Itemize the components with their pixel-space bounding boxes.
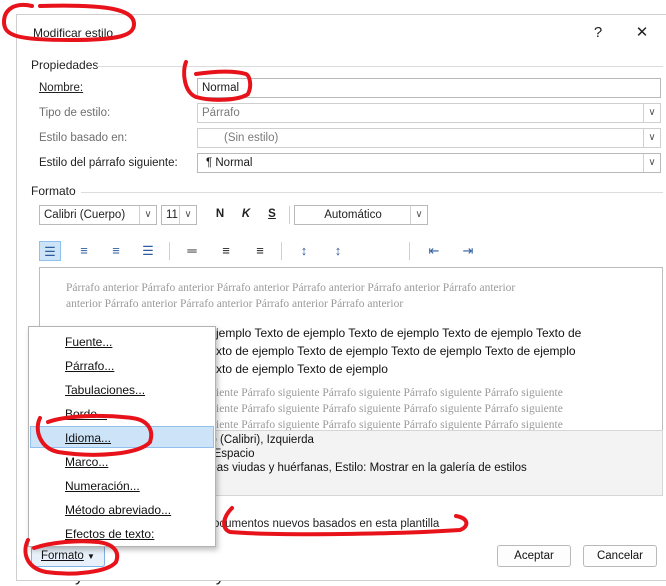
bold-button[interactable]: N: [211, 205, 229, 225]
menu-item-label: Párrafo...: [65, 359, 115, 373]
style-type-select[interactable]: Párrafo ∨: [197, 103, 661, 123]
preview-previous-line: Párrafo anterior Párrafo anterior Párraf…: [66, 282, 516, 294]
menu-item-shortcut[interactable]: Método abreviado...: [30, 499, 214, 521]
next-style-select[interactable]: ¶ Normal ∨: [197, 153, 661, 173]
chevron-down-icon: ∨: [139, 206, 156, 224]
increase-indent-icon[interactable]: ⇥: [457, 241, 479, 261]
align-right-icon[interactable]: ≡: [105, 241, 127, 261]
help-button[interactable]: ?: [585, 21, 611, 45]
chevron-down-icon: ∨: [643, 129, 660, 147]
menu-item-frame[interactable]: Marco...: [30, 451, 214, 473]
next-style-value: ¶ Normal: [206, 157, 253, 169]
space-before-icon[interactable]: ↕: [293, 241, 315, 261]
section-divider: [97, 66, 663, 67]
cancel-button[interactable]: Cancelar: [583, 545, 657, 567]
description-line: neas viudas y huérfanas, Estilo: Mostrar…: [204, 462, 527, 474]
chevron-down-icon: ∨: [643, 104, 660, 122]
align-left-icon[interactable]: ☰: [39, 241, 61, 261]
menu-item-text-effects[interactable]: Efectos de texto:: [30, 523, 214, 545]
based-on-label: Estilo basado en:: [39, 132, 128, 144]
based-on-select[interactable]: (Sin estilo) ∨: [197, 128, 661, 148]
menu-item-numbering[interactable]: Numeración...: [30, 475, 214, 497]
toolbar-separator: [169, 242, 170, 260]
preview-previous-line: anterior Párrafo anterior Párrafo anteri…: [66, 298, 404, 310]
menu-item-language[interactable]: Idioma...: [30, 426, 214, 448]
space-after-icon[interactable]: ↕: [327, 241, 349, 261]
chevron-down-icon: ∨: [410, 206, 427, 224]
double-spacing-icon[interactable]: ≡: [249, 241, 271, 261]
menu-item-border[interactable]: Borde...: [30, 403, 214, 425]
menu-item-label: Fuente...: [65, 335, 113, 349]
format-section-label: Formato: [31, 184, 76, 198]
accept-button[interactable]: Aceptar: [497, 545, 571, 567]
align-center-icon[interactable]: ≡: [73, 241, 95, 261]
toolbar-separator: [289, 206, 290, 224]
format-dropdown-menu: Fuente... Párrafo... Tabulaciones... Bor…: [28, 326, 216, 547]
preview-next-line: iente Párrafo siguiente Párrafo siguient…: [216, 387, 563, 399]
font-select[interactable]: Calibri (Cuerpo) ∨: [39, 205, 157, 225]
font-size-value: 11: [166, 209, 178, 221]
menu-item-label: Marco...: [65, 455, 109, 469]
format-menu-button[interactable]: Formato ▼: [31, 545, 105, 567]
menu-item-label: Tabulaciones...: [65, 383, 146, 397]
preview-sample-line: jemplo Texto de ejemplo Texto de ejemplo…: [216, 326, 582, 340]
font-color-value: Automático: [324, 209, 382, 221]
format-button-label: Formato: [41, 550, 84, 562]
close-button[interactable]: ✕: [629, 21, 655, 45]
menu-item-tabs[interactable]: Tabulaciones...: [30, 379, 214, 401]
menu-item-label: Idioma...: [65, 431, 112, 445]
caret-down-icon: ▼: [87, 552, 95, 561]
toolbar-separator: [409, 242, 410, 260]
title-bar: Modificar estilo ? ✕: [17, 15, 666, 51]
based-on-value: (Sin estilo): [224, 132, 279, 144]
dialog-title: Modificar estilo: [33, 26, 114, 40]
style-type-value: Párrafo: [202, 107, 240, 119]
properties-section-label: Propiedades: [31, 58, 99, 72]
font-color-select[interactable]: Automático ∨: [294, 205, 428, 225]
underline-button[interactable]: S: [263, 205, 281, 225]
chevron-down-icon: ∨: [643, 154, 660, 172]
new-documents-option[interactable]: ocumentos nuevos basados en esta plantil…: [213, 518, 439, 530]
font-size-select[interactable]: 11 ∨: [161, 205, 197, 225]
single-spacing-icon[interactable]: ═: [181, 241, 203, 261]
preview-next-line: iente Párrafo siguiente Párrafo siguient…: [216, 403, 563, 415]
preview-sample-line: xto de ejemplo Texto de ejemplo Texto de…: [216, 344, 576, 358]
style-type-label: Tipo de estilo:: [39, 107, 111, 119]
justify-icon[interactable]: ☰: [137, 241, 159, 261]
next-style-label: Estilo del párrafo siguiente:: [39, 157, 178, 169]
menu-item-label: Efectos de texto:: [65, 527, 155, 541]
menu-item-paragraph[interactable]: Párrafo...: [30, 355, 214, 377]
menu-item-font[interactable]: Fuente...: [30, 331, 214, 353]
preview-sample-line: xto de ejemplo Texto de ejemplo: [216, 362, 388, 376]
section-divider: [81, 192, 663, 193]
one-half-spacing-icon[interactable]: ≡: [215, 241, 237, 261]
description-line: po (Calibri), Izquierda: [204, 434, 314, 446]
toolbar-separator: [281, 242, 282, 260]
chevron-down-icon: ∨: [179, 206, 196, 224]
italic-button[interactable]: K: [237, 205, 255, 225]
name-input[interactable]: Normal: [197, 78, 661, 98]
decrease-indent-icon[interactable]: ⇤: [423, 241, 445, 261]
font-value: Calibri (Cuerpo): [44, 209, 126, 221]
menu-item-label: Método abreviado...: [65, 503, 172, 517]
name-label: Nombre:: [39, 82, 84, 94]
menu-item-label: Borde...: [65, 407, 108, 421]
menu-item-label: Numeración...: [65, 479, 140, 493]
